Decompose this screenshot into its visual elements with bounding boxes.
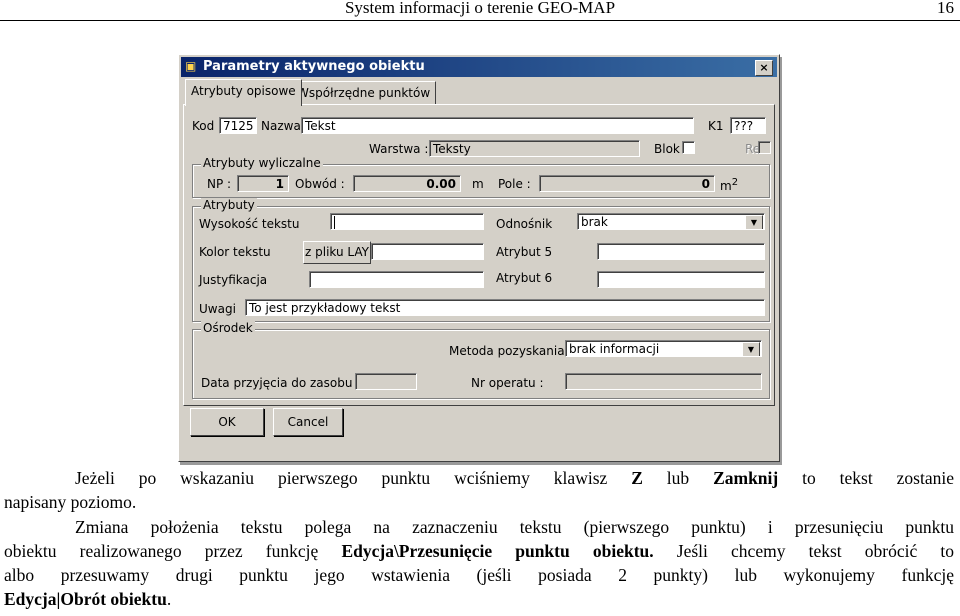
p1-text-a: Jeżeli po wskazaniu pierwszego punktu wc…	[75, 468, 632, 488]
page-number: 16	[937, 0, 954, 17]
p1-key-z: Z	[631, 468, 643, 488]
nr-operatu-label: Nr operatu :	[471, 376, 544, 390]
paragraph-2-line-2: obiektu realizowanego przez funkcję Edyc…	[4, 539, 954, 563]
atrybut6-field[interactable]	[597, 271, 765, 288]
paragraph-2-line-4: Edycja|Obrót obiektu.	[4, 587, 954, 611]
nazwa-label: Nazwa	[261, 119, 301, 133]
atrybut5-field[interactable]	[597, 243, 765, 260]
nazwa-field[interactable]: Tekst	[301, 117, 694, 134]
paragraph-2-line-1: Zmiana położenia tekstu polega na zaznac…	[75, 517, 954, 537]
data-field	[355, 373, 417, 390]
odnosnik-value: brak	[581, 215, 608, 229]
nr-operatu-field	[565, 373, 762, 390]
p1-text-c: to tekst zostanie	[778, 468, 954, 488]
dialog-titlebar[interactable]: ▣ Parametry aktywnego obiektu ×	[181, 57, 777, 77]
paragraph-2-line-3: albo przesuwamy drugi punktu jego wstawi…	[4, 565, 954, 585]
p2-command-move-point: Edycja\Przesunięcie punktu obiektu.	[341, 541, 654, 561]
k1-field[interactable]: ???	[730, 117, 766, 134]
wysokosc-field[interactable]	[330, 213, 484, 230]
kod-label: Kod	[192, 119, 215, 133]
metoda-select[interactable]: brak informacji ▼	[565, 340, 762, 357]
attributes-title: Atrybuty	[201, 198, 257, 212]
paragraph-2: Zmiana położenia tekstu polega na zaznac…	[4, 515, 954, 611]
blok-checkbox[interactable]	[682, 141, 695, 154]
pole-unit: m2	[720, 177, 739, 193]
kolor-field[interactable]	[371, 243, 484, 260]
cancel-button[interactable]: Cancel	[273, 408, 343, 436]
p2-text-end: .	[166, 589, 172, 609]
obwod-unit: m	[472, 177, 484, 191]
ref-checkbox[interactable]	[758, 141, 771, 154]
tab-panel: Kod 7125 Nazwa Tekst K1 ??? Warstwa : Te…	[183, 104, 775, 406]
justyfikacja-label: Justyfikacja	[199, 273, 268, 287]
calculated-attributes-group: Atrybuty wyliczalne NP : 1 Obwód : 0.00 …	[192, 156, 770, 198]
np-field: 1	[237, 175, 289, 192]
odnosnik-select[interactable]: brak ▼	[577, 213, 765, 230]
osrodek-title: Ośrodek	[201, 321, 255, 335]
np-label: NP :	[207, 177, 232, 191]
kolor-from-lay-button[interactable]: z pliku LAY	[303, 241, 371, 264]
paragraph-1-line-2: napisany poziomo.	[4, 492, 137, 512]
ok-button[interactable]: OK	[190, 408, 264, 436]
kolor-label: Kolor tekstu	[199, 245, 271, 259]
odnosnik-label: Odnośnik	[496, 217, 553, 231]
header-rule	[0, 20, 960, 21]
odnosnik-dropdown-icon[interactable]: ▼	[745, 215, 763, 229]
osrodek-group: Ośrodek Metoda pozyskania : brak informa…	[192, 321, 770, 399]
uwagi-label: Uwagi	[199, 302, 236, 316]
page-title: System informacji o terenie GEO-MAP	[344, 0, 616, 17]
atrybut6-label: Atrybut 6	[496, 271, 553, 285]
p2-text-b: Jeśli chcemy tekst obrócić to	[653, 541, 954, 561]
calculated-attributes-title: Atrybuty wyliczalne	[201, 156, 323, 170]
obwod-label: Obwód :	[295, 177, 345, 191]
k1-label: K1	[708, 119, 724, 133]
metoda-value: brak informacji	[569, 342, 660, 356]
uwagi-field[interactable]: To jest przykładowy tekst	[245, 299, 765, 316]
metoda-dropdown-icon[interactable]: ▼	[742, 342, 760, 356]
close-button[interactable]: ×	[755, 60, 773, 76]
kod-field[interactable]: 7125	[219, 117, 257, 134]
p1-text-b: lub	[642, 468, 714, 488]
warstwa-label: Warstwa :	[369, 142, 429, 156]
metoda-label: Metoda pozyskania :	[449, 344, 573, 358]
p2-command-rotate: Edycja|Obrót obiektu	[4, 589, 167, 609]
wysokosc-label: Wysokość tekstu	[199, 217, 300, 231]
object-parameters-dialog: ▣ Parametry aktywnego obiektu × Atrybuty…	[178, 54, 780, 462]
p1-command-zamknij: Zamknij	[713, 468, 779, 488]
pole-label: Pole :	[498, 177, 531, 191]
blok-label: Blok	[654, 142, 680, 156]
atrybut5-label: Atrybut 5	[496, 245, 553, 259]
data-label: Data przyjęcia do zasobu :	[201, 376, 361, 390]
warstwa-field: Teksty	[429, 140, 640, 157]
paragraph-1: Jeżeli po wskazaniu pierwszego punktu wc…	[4, 466, 954, 514]
p2-text-a: obiektu realizowanego przez funkcję	[4, 541, 342, 561]
tab-point-coordinates[interactable]: Współrzędne punktów	[291, 81, 437, 104]
justyfikacja-field[interactable]	[309, 271, 484, 288]
attributes-group: Atrybuty Wysokość tekstu Odnośnik brak ▼…	[192, 198, 770, 322]
obwod-field: 0.00	[353, 175, 461, 192]
pole-field: 0	[539, 175, 715, 192]
paragraph-1-line-1: Jeżeli po wskazaniu pierwszego punktu wc…	[4, 466, 954, 490]
tab-descriptive-attributes[interactable]: Atrybuty opisowe	[185, 79, 302, 106]
dialog-title: Parametry aktywnego obiektu	[203, 59, 425, 74]
app-icon: ▣	[185, 59, 197, 73]
